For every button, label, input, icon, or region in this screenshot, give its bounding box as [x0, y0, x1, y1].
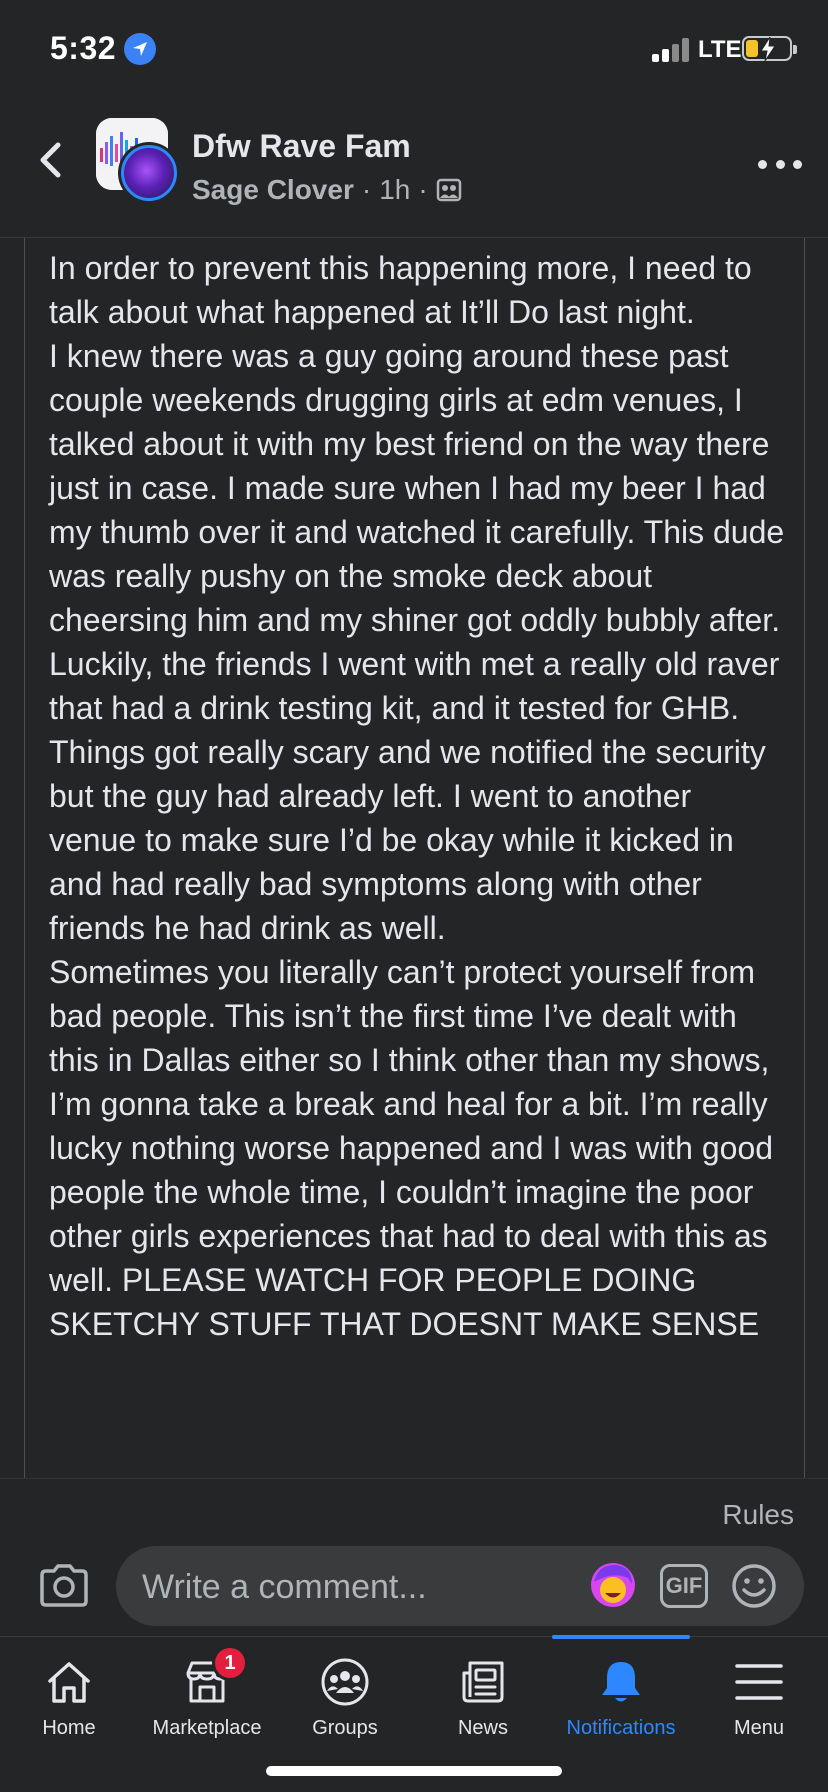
tab-label: Notifications — [566, 1717, 676, 1739]
author-name[interactable]: Sage Clover — [192, 174, 354, 206]
post-meta: Sage Clover · 1h · — [192, 174, 462, 206]
tab-marketplace[interactable]: 1 Marketplace — [138, 1637, 276, 1757]
meta-separator: · — [361, 174, 372, 205]
signal-bars-icon — [652, 38, 690, 62]
more-dots-icon — [758, 159, 767, 169]
gif-button[interactable]: GIF — [660, 1564, 708, 1608]
back-button[interactable] — [30, 138, 70, 182]
status-bar: 5:32 LTE — [0, 0, 828, 100]
tab-label: Marketplace — [152, 1717, 262, 1739]
tab-label: Groups — [312, 1717, 378, 1739]
post-header: Dfw Rave Fam Sage Clover · 1h · — [0, 100, 828, 238]
home-indicator[interactable] — [266, 1766, 562, 1776]
status-time: 5:32 — [50, 30, 117, 66]
tab-label: Home — [42, 1717, 96, 1739]
back-chevron-icon — [40, 142, 61, 178]
tab-news[interactable]: News — [414, 1637, 552, 1757]
menu-icon — [735, 1664, 783, 1700]
emoji-button[interactable] — [730, 1562, 778, 1610]
post-body: In order to prevent this happening more,… — [24, 238, 805, 1478]
tab-label: News — [457, 1717, 508, 1739]
more-options-button[interactable] — [758, 154, 802, 174]
rules-link[interactable]: Rules — [722, 1499, 794, 1531]
post-paragraph: In order to prevent this happening more,… — [49, 250, 752, 330]
tab-groups[interactable]: Groups — [276, 1637, 414, 1757]
post-time[interactable]: 1h — [379, 174, 410, 206]
tab-label: Menu — [733, 1717, 785, 1739]
battery-charging-icon — [742, 36, 797, 62]
avatar-sticker-button[interactable] — [588, 1560, 638, 1610]
tab-notifications[interactable]: Notifications — [552, 1635, 690, 1757]
home-icon — [48, 1662, 90, 1703]
camera-icon — [40, 1564, 88, 1607]
notification-badge: 1 — [212, 1645, 248, 1681]
facebook-post-screen: 5:32 LTE Dfw Rave Fam Sage Clover · 1h ·… — [0, 0, 828, 1792]
comment-input[interactable]: Write a comment... GIF — [116, 1546, 804, 1626]
avatar-sticker-icon — [591, 1563, 635, 1607]
comment-bar: Rules Write a comment... GIF — [0, 1478, 828, 1636]
gif-icon: GIF — [665, 1573, 703, 1598]
post-paragraph: Sometimes you literally can’t protect yo… — [49, 954, 774, 1342]
post-paragraph: I knew there was a guy going around thes… — [49, 338, 785, 946]
user-avatar[interactable] — [118, 142, 180, 204]
comment-placeholder: Write a comment... — [142, 1568, 427, 1606]
network-type: LTE — [698, 36, 742, 63]
location-arrow-icon — [124, 33, 156, 65]
tab-home[interactable]: Home — [0, 1637, 138, 1757]
groups-icon — [321, 1658, 369, 1706]
tab-menu[interactable]: Menu — [690, 1637, 828, 1757]
news-icon — [462, 1661, 504, 1703]
meta-separator: · — [418, 174, 428, 205]
emoji-icon — [732, 1564, 776, 1608]
audience-icon — [436, 178, 461, 202]
bell-icon — [602, 1662, 640, 1702]
camera-button[interactable] — [38, 1563, 90, 1609]
group-name[interactable]: Dfw Rave Fam — [192, 128, 411, 165]
